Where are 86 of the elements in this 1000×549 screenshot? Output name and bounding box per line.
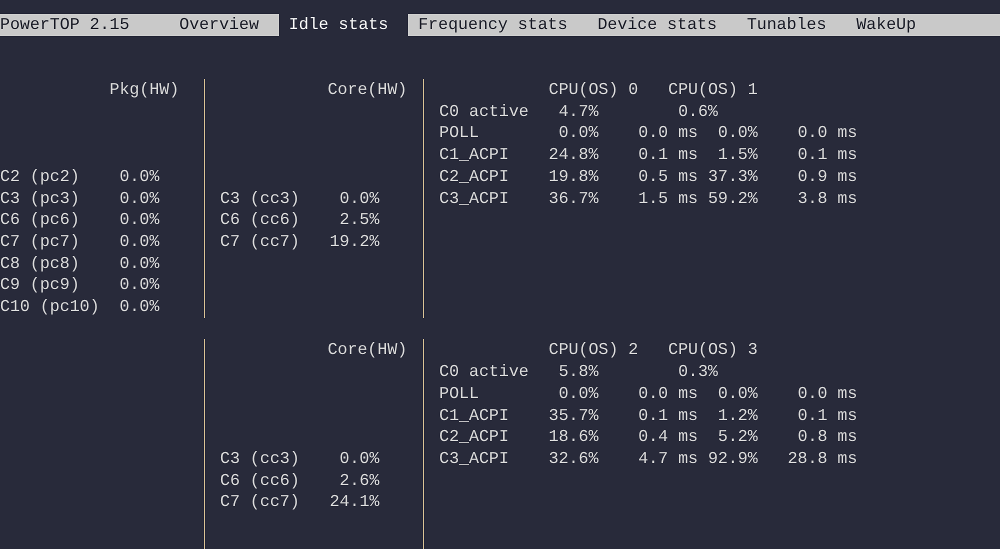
state-value: 59.2% — [708, 188, 758, 208]
state-value: 35.7% — [548, 406, 598, 425]
state-label: C7 (cc7) — [220, 230, 301, 253]
state-label: C1_ACPI — [439, 404, 510, 426]
state-value: 0.0% — [119, 274, 160, 296]
state-value: 0.6% — [678, 102, 718, 121]
state-value: 2.5% — [338, 209, 380, 231]
state-label: C6 (cc6) — [220, 209, 301, 231]
state-label: C3 (cc3) — [220, 188, 301, 210]
state-label: C8 (pc8) — [0, 252, 81, 274]
state-label: C6 (cc6) — [220, 470, 301, 492]
column-header: Pkg(HW) — [110, 79, 180, 101]
state-value: 0.5 ms — [638, 166, 698, 186]
state-value: 0.0% — [119, 188, 160, 210]
state-value: 0.0% — [119, 166, 160, 188]
state-value: 0.0% — [119, 209, 160, 231]
state-label: C7 (cc7) — [220, 491, 301, 514]
state-value: 0.0 ms — [638, 123, 698, 142]
state-label: C0 active — [439, 100, 529, 122]
state-value: 18.6% — [548, 427, 598, 446]
state-value: 0.0 ms — [638, 384, 698, 403]
state-value: 24.1% — [330, 491, 380, 514]
state-value: 0.1 ms — [638, 145, 698, 164]
column-header: Core(HW) — [328, 339, 408, 362]
state-value: 3.8 ms — [798, 188, 858, 208]
state-value: 36.7% — [548, 188, 598, 208]
state-value: 0.0% — [338, 188, 380, 210]
state-value: 0.0 ms — [798, 384, 858, 403]
state-value: 28.8 ms — [788, 448, 858, 468]
column-header: CPU(OS) 2 — [548, 340, 638, 360]
tab[interactable]: WakeUp — [846, 14, 936, 36]
state-label: C2_ACPI — [439, 426, 510, 448]
state-value: 0.0% — [718, 123, 758, 142]
tab[interactable]: Device stats — [588, 14, 737, 36]
state-value: 0.0% — [558, 123, 598, 142]
state-label: POLL — [439, 122, 480, 144]
state-value: 0.0% — [119, 230, 160, 253]
state-value: 0.1 ms — [638, 406, 698, 425]
state-value: 92.9% — [708, 448, 758, 468]
state-label: C9 (pc9) — [0, 274, 81, 296]
state-label: C3_ACPI — [439, 448, 510, 470]
state-label: C3 (pc3) — [0, 188, 81, 210]
state-value: 0.0% — [718, 384, 758, 403]
state-label: C2 (pc2) — [0, 166, 81, 188]
tab[interactable]: Frequency stats — [408, 14, 588, 36]
app-title: PowerTOP 2.15 — [0, 14, 130, 36]
column-header: CPU(OS) 3 — [668, 340, 758, 360]
state-label: C6 (pc6) — [0, 209, 81, 231]
column-header: CPU(OS) 1 — [668, 80, 758, 100]
state-value: 0.0% — [119, 296, 160, 318]
state-value: 0.8 ms — [798, 427, 858, 446]
state-value: 0.9 ms — [798, 166, 858, 186]
state-value: 1.5 ms — [638, 188, 698, 208]
state-value: 19.2% — [330, 230, 380, 253]
state-value: 32.6% — [548, 448, 598, 468]
state-value: 0.0 ms — [798, 123, 858, 142]
state-label: POLL — [439, 382, 480, 405]
state-value: 1.2% — [718, 406, 758, 425]
state-value: 0.0% — [119, 252, 160, 274]
state-value: 19.8% — [548, 166, 598, 186]
state-label: C7 (pc7) — [0, 230, 81, 253]
state-value: 0.3% — [678, 362, 718, 382]
state-value: 5.2% — [718, 427, 758, 446]
state-value: 0.0% — [338, 448, 380, 470]
tab[interactable]: Tunables — [736, 14, 846, 36]
state-value: 4.7% — [558, 102, 598, 121]
state-label: C3 (cc3) — [220, 448, 301, 470]
state-value: 0.1 ms — [798, 145, 858, 164]
state-label: C1_ACPI — [439, 144, 510, 166]
state-value: 4.7 ms — [638, 448, 698, 468]
state-value: 37.3% — [708, 166, 758, 186]
tab[interactable]: Overview — [169, 14, 279, 36]
state-value: 1.5% — [718, 145, 758, 164]
state-label: C2_ACPI — [439, 166, 510, 188]
state-value: 5.8% — [558, 362, 598, 382]
state-value: 24.8% — [548, 145, 598, 164]
tab[interactable]: Idle stats — [278, 14, 408, 36]
column-header: CPU(OS) 0 — [548, 80, 638, 100]
column-header: Core(HW) — [328, 79, 408, 101]
state-label: C10 (pc10) — [0, 296, 101, 318]
state-value: 0.4 ms — [638, 427, 698, 446]
state-label: C3_ACPI — [439, 188, 510, 210]
state-value: 2.6% — [338, 470, 380, 492]
state-value: 0.0% — [558, 384, 598, 403]
state-value: 0.1 ms — [798, 406, 858, 425]
state-label: C0 active — [439, 361, 529, 383]
